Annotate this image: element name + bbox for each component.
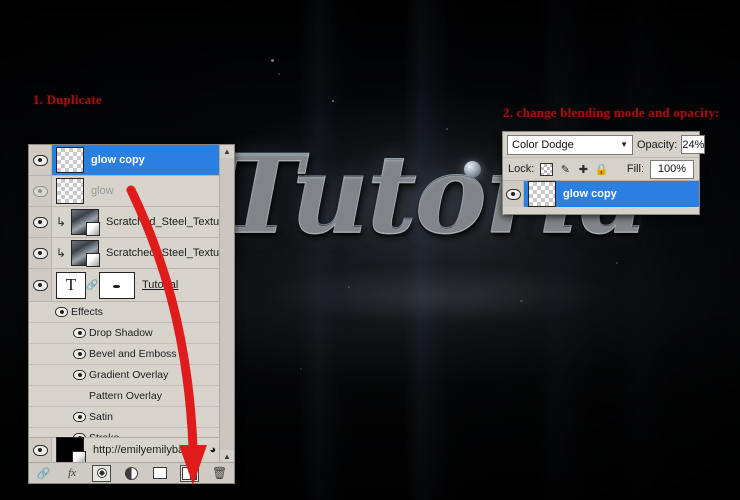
layer-thumbnail[interactable] [56, 147, 84, 173]
effect-label: Bevel and Emboss [89, 348, 177, 360]
effect-label: Drop Shadow [89, 327, 153, 339]
effects-group-row[interactable]: Effects [29, 302, 234, 323]
effect-label: Pattern Overlay [89, 390, 162, 402]
link-chain-icon[interactable]: 🔗 [86, 280, 98, 291]
lock-all-padlock-icon[interactable]: 🔒 [594, 163, 608, 176]
layer-row-scratched-steel-1[interactable]: ↳ Scratched_Steel_Textu... [29, 207, 234, 238]
effect-visibility-toggle[interactable] [69, 386, 89, 406]
clipping-mask-arrow-icon: ↳ [55, 215, 67, 229]
eye-icon [72, 349, 86, 359]
layer-row-glow-copy[interactable]: glow copy [29, 145, 234, 176]
trash-icon[interactable]: 🗑 [211, 466, 228, 481]
eye-icon [72, 370, 86, 380]
new-layer-icon[interactable] [180, 464, 200, 482]
fill-label: Fill: [626, 163, 644, 175]
layer-name[interactable]: http://emilyemilybat [93, 444, 209, 456]
lock-image-pixels-brush-icon[interactable]: ✎ [559, 163, 571, 176]
eye-icon [32, 185, 48, 197]
layers-panel-toolbar[interactable]: 🔗 fx 🗑 [29, 462, 234, 483]
layer-row-glow[interactable]: glow [29, 176, 234, 207]
layer-visibility-toggle[interactable] [503, 181, 524, 207]
blend-mode-value: Color Dodge [512, 138, 574, 151]
effect-visibility-toggle[interactable] [69, 407, 89, 427]
eye-icon [505, 188, 521, 200]
clipping-mask-arrow-icon: ↳ [55, 246, 67, 260]
layer-name[interactable]: glow copy [91, 154, 234, 166]
chevron-down-icon: ▼ [620, 140, 628, 149]
layer-visibility-toggle[interactable] [29, 269, 52, 301]
layer-visibility-toggle[interactable] [29, 438, 52, 462]
layers-scrollbar[interactable]: ▲ ▲ [219, 145, 234, 483]
eye-icon [72, 412, 86, 422]
effect-visibility-toggle[interactable] [69, 323, 89, 343]
layer-thumbnail[interactable] [71, 240, 100, 267]
layers-panel[interactable]: glow copy glow ↳ Scratched_Steel_Textu..… [28, 144, 235, 484]
blend-mode-select[interactable]: Color Dodge ▼ [507, 134, 633, 155]
layer-name[interactable]: glow [91, 185, 234, 197]
layer-name[interactable]: glow copy [563, 188, 699, 200]
dust-speck [271, 59, 274, 62]
layer-thumbnail[interactable] [528, 181, 556, 207]
layer-mask-thumbnail[interactable] [99, 271, 135, 299]
layer-thumbnail[interactable] [56, 178, 84, 204]
layer-thumbnail[interactable] [56, 437, 86, 465]
blending-options-panel[interactable]: Color Dodge ▼ Opacity: 24% Lock: ✎ ✚ 🔒 F… [502, 131, 706, 215]
lock-label: Lock: [508, 163, 535, 175]
adjustment-layer-icon[interactable] [123, 466, 140, 481]
eye-icon [54, 307, 68, 317]
effect-row-bevel-and-emboss[interactable]: Bevel and Emboss [29, 344, 234, 365]
dust-speck [300, 368, 302, 370]
layer-row-glow-copy-right[interactable]: glow copy [503, 180, 699, 207]
dust-speck [278, 73, 280, 75]
opacity-label: Opacity: [637, 138, 678, 151]
fx-icon[interactable]: fx [64, 466, 81, 481]
layer-row-tutorial-text[interactable]: T 🔗 Tutorial fx [29, 269, 234, 302]
type-layer-icon[interactable]: T [56, 271, 86, 299]
dust-speck [348, 286, 350, 288]
dust-speck [520, 300, 523, 302]
annotation-step-1: 1. Duplicate [33, 92, 102, 107]
layer-name[interactable]: Scratched_Steel_Textu... [106, 247, 234, 259]
layer-visibility-toggle[interactable] [29, 145, 52, 175]
effect-visibility-toggle[interactable] [69, 365, 89, 385]
effect-row-drop-shadow[interactable]: Drop Shadow [29, 323, 234, 344]
new-group-icon[interactable] [152, 466, 169, 481]
fill-value[interactable]: 100% [650, 159, 694, 179]
effects-group-label: Effects [71, 306, 103, 318]
eye-icon [32, 216, 48, 228]
effect-row-gradient-overlay[interactable]: Gradient Overlay [29, 365, 234, 386]
eye-icon [72, 328, 86, 338]
layer-name[interactable]: Scratched_Steel_Textu... [106, 216, 234, 228]
layer-row-scratched-steel-2[interactable]: ↳ Scratched_Steel_Textu... [29, 238, 234, 269]
eye-icon [32, 247, 48, 259]
effect-label: Satin [89, 411, 113, 423]
effect-label: Gradient Overlay [89, 369, 169, 381]
add-mask-icon[interactable] [92, 464, 112, 482]
eye-icon [32, 279, 48, 291]
lock-row[interactable]: Lock: ✎ ✚ 🔒 Fill: 100% [503, 157, 699, 180]
eye-icon [32, 444, 48, 456]
effect-visibility-toggle[interactable] [69, 344, 89, 364]
moon-icon [464, 161, 481, 178]
eye-icon [32, 154, 48, 166]
dust-speck [332, 100, 334, 102]
layer-visibility-toggle[interactable] [29, 207, 52, 237]
layer-name[interactable]: Tutorial [142, 279, 219, 291]
layer-visibility-toggle[interactable] [29, 238, 52, 268]
layer-thumbnail[interactable] [71, 209, 100, 236]
lock-position-move-icon[interactable]: ✚ [577, 163, 589, 176]
layer-row-background[interactable]: http://emilyemilybat ◕ [29, 437, 234, 465]
opacity-value[interactable]: 24% [681, 135, 706, 154]
lock-transparent-pixels-icon[interactable] [540, 162, 554, 176]
adjustment-layer-icon[interactable]: ◕ [209, 444, 216, 456]
effect-row-satin[interactable]: Satin [29, 407, 234, 428]
link-chain-icon[interactable]: 🔗 [35, 466, 52, 481]
effect-row-pattern-overlay[interactable]: Pattern Overlay [29, 386, 234, 407]
annotation-step-2: 2. change blending mode and opacity: [503, 105, 720, 120]
effects-visibility-toggle[interactable] [51, 302, 71, 322]
scroll-up-arrow-icon[interactable]: ▲ [220, 145, 234, 158]
layer-visibility-toggle[interactable] [29, 176, 52, 206]
blend-mode-row[interactable]: Color Dodge ▼ Opacity: 24% [503, 132, 706, 157]
